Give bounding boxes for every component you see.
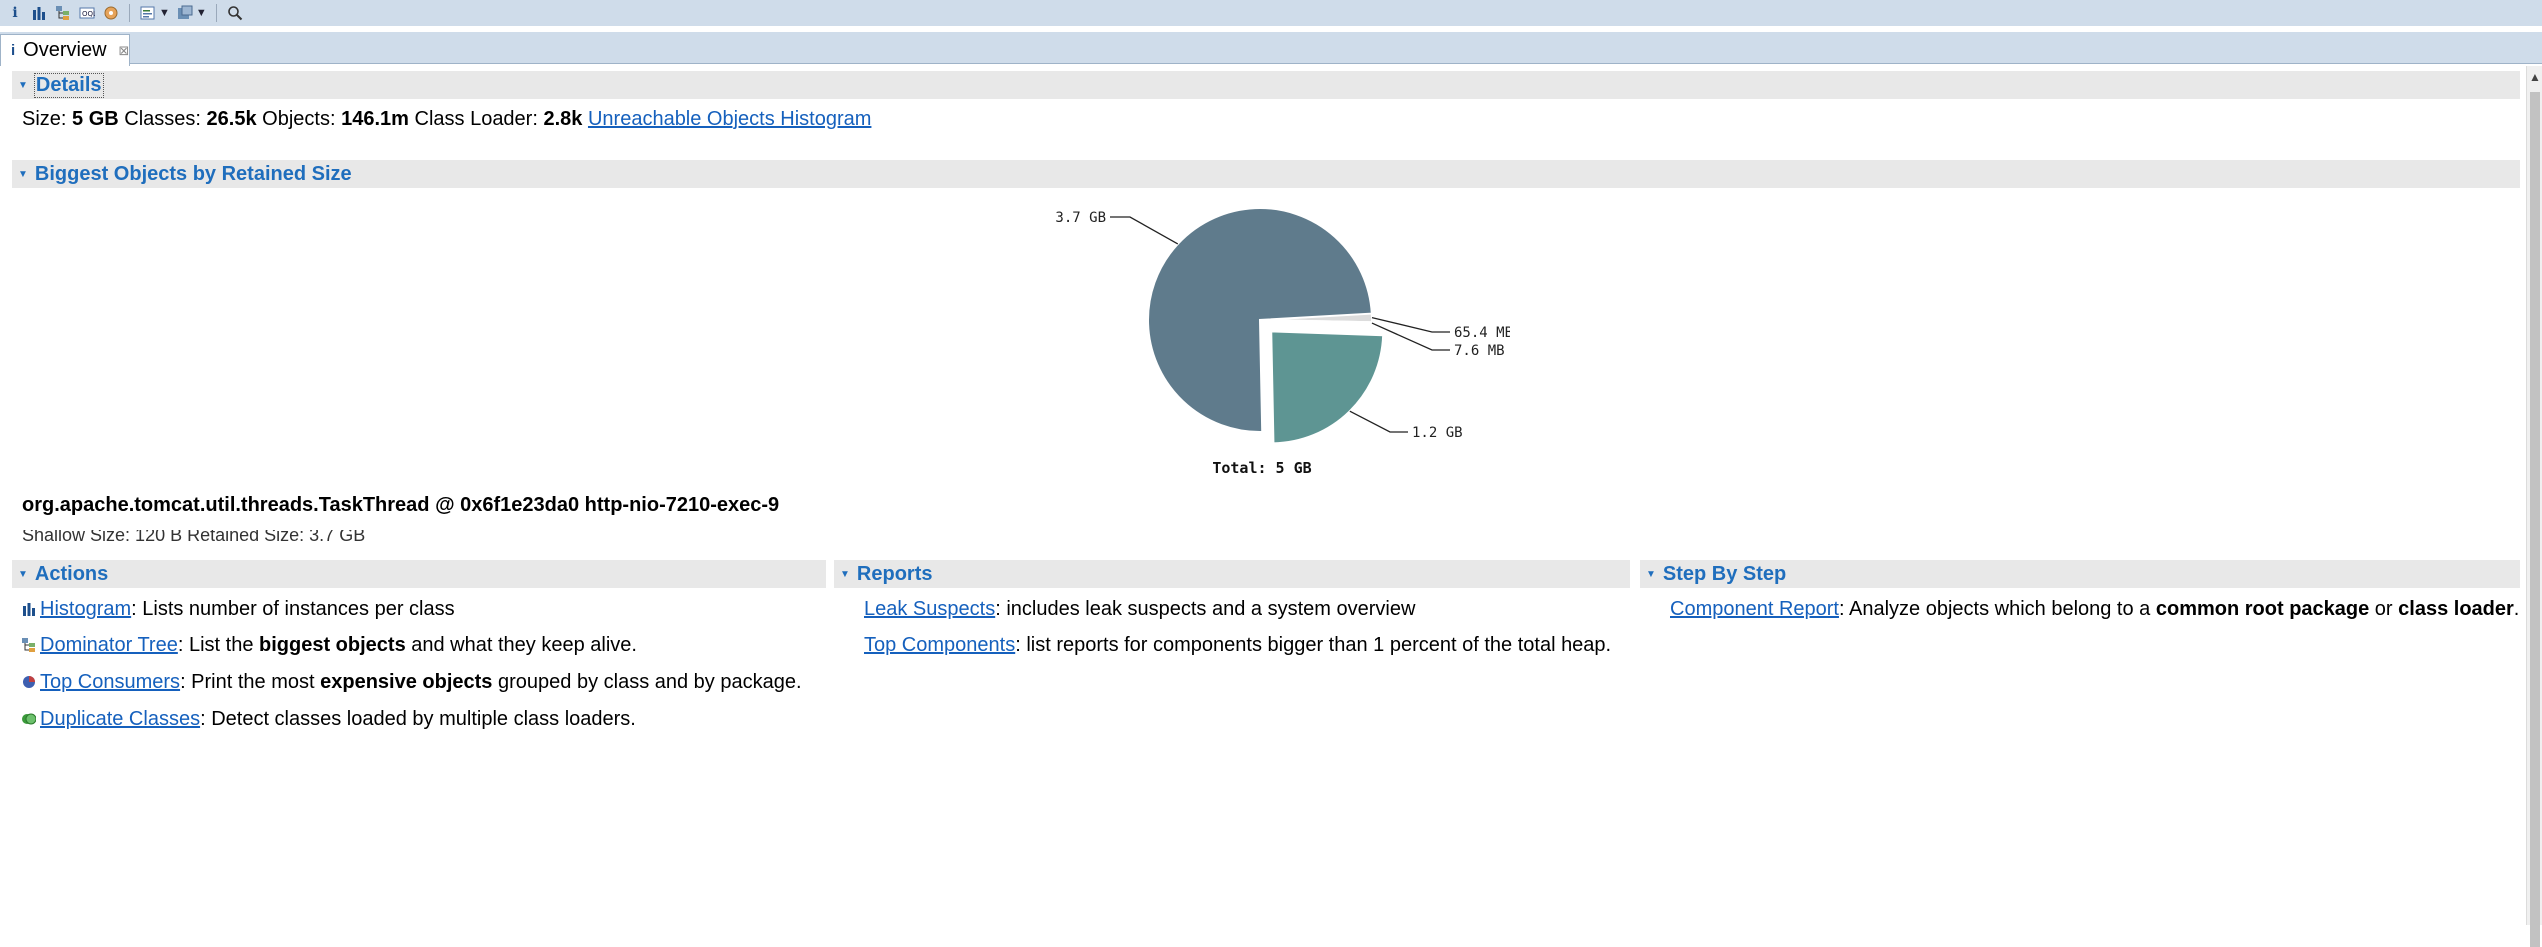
run-report-dropdown-icon[interactable]: ▼ bbox=[196, 7, 207, 19]
report-top-components: Top Components: list reports for compone… bbox=[864, 634, 1612, 656]
action-dominator-tree: Dominator Tree: List the biggest objects… bbox=[22, 634, 637, 657]
pie-slice[interactable] bbox=[1270, 330, 1385, 445]
chevron-down-icon: ▼ bbox=[18, 168, 28, 180]
action-duplicate-classes: Duplicate Classes: Detect classes loaded… bbox=[22, 708, 636, 731]
report-leak-suspects: Leak Suspects: includes leak suspects an… bbox=[864, 598, 1416, 620]
tab-overview[interactable]: i Overview ⊠ bbox=[0, 34, 130, 66]
reports-section-header[interactable]: ▼ Reports bbox=[834, 560, 1630, 588]
main-toolbar: i OQL ▼ ▼ bbox=[0, 0, 2542, 26]
step-component-report: Component Report: Analyze objects which … bbox=[1670, 598, 2520, 620]
pie-chart-icon bbox=[22, 672, 36, 688]
scroll-up-icon[interactable]: ▲ bbox=[2529, 70, 2541, 84]
histogram-icon bbox=[22, 599, 36, 616]
chevron-down-icon: ▼ bbox=[18, 79, 28, 91]
toolbar-separator bbox=[215, 4, 217, 22]
dominator-tree-link[interactable]: Dominator Tree bbox=[40, 634, 178, 656]
scrollbar-thumb[interactable] bbox=[2530, 92, 2540, 947]
tab-overview-label: Overview bbox=[23, 39, 107, 61]
classes-count-value: 26.5k bbox=[206, 108, 257, 130]
actions-section-header[interactable]: ▼ Actions bbox=[12, 560, 826, 588]
info-icon[interactable]: i bbox=[6, 4, 24, 22]
oql-icon[interactable]: OQL bbox=[78, 4, 96, 22]
histogram-link[interactable]: Histogram bbox=[40, 598, 131, 620]
details-section-header[interactable]: ▼ Details bbox=[12, 71, 2520, 99]
histogram-icon[interactable] bbox=[30, 4, 48, 22]
chevron-down-icon: ▼ bbox=[18, 568, 28, 580]
dominator-tree-icon bbox=[22, 635, 36, 652]
top-components-link[interactable]: Top Components bbox=[864, 634, 1015, 656]
component-report-link[interactable]: Component Report bbox=[1670, 598, 1839, 620]
duplicate-classes-link[interactable]: Duplicate Classes bbox=[40, 708, 200, 730]
editor-tab-bar: i Overview ⊠ bbox=[0, 32, 2542, 66]
objects-count-value: 146.1m bbox=[341, 108, 409, 130]
action-histogram: Histogram: Lists number of instances per… bbox=[22, 598, 455, 621]
svg-text:OQL: OQL bbox=[82, 10, 95, 18]
details-section-title: Details bbox=[33, 72, 104, 98]
pie-leader-line bbox=[1349, 410, 1408, 433]
biggest-objects-section-title: Biggest Objects by Retained Size bbox=[34, 162, 352, 185]
chevron-down-icon: ▼ bbox=[1646, 568, 1656, 580]
retained-size-pie-chart[interactable]: 65.4 MB 7.6 MB 1.2 GB 3.7 GB Total: 5 GB bbox=[1010, 195, 1510, 485]
toolbar-separator bbox=[129, 4, 130, 22]
step-by-step-section-title: Step By Step bbox=[1662, 562, 1787, 585]
biggest-objects-section-header[interactable]: ▼ Biggest Objects by Retained Size bbox=[12, 160, 2520, 188]
step-by-step-section-header[interactable]: ▼ Step By Step bbox=[1640, 560, 2520, 588]
search-icon[interactable] bbox=[226, 4, 244, 22]
details-summary: Size: 5 GB Classes: 26.5k Objects: 146.1… bbox=[22, 108, 872, 130]
reports-section-title: Reports bbox=[856, 562, 933, 585]
duplicate-classes-icon bbox=[22, 709, 37, 725]
class-loader-count-value: 2.8k bbox=[543, 108, 583, 130]
query-browser-dropdown-icon[interactable]: ▼ bbox=[159, 7, 170, 19]
pie-slice-label: 1.2 GB bbox=[1412, 425, 1463, 441]
pie-slice-label: 65.4 MB bbox=[1454, 325, 1510, 341]
top-consumers-link[interactable]: Top Consumers bbox=[40, 671, 180, 693]
action-top-consumers: Top Consumers: Print the most expensive … bbox=[22, 671, 802, 694]
info-icon: i bbox=[11, 42, 16, 59]
pie-slice-label: 7.6 MB bbox=[1454, 343, 1505, 359]
actions-section-title: Actions bbox=[34, 562, 109, 585]
unreachable-objects-histogram-link[interactable]: Unreachable Objects Histogram bbox=[588, 108, 871, 130]
pie-leader-line bbox=[1110, 216, 1179, 245]
pie-total-label: Total: 5 GB bbox=[1212, 459, 1311, 477]
heap-size-value: 5 GB bbox=[72, 108, 119, 130]
run-report-icon[interactable] bbox=[176, 4, 194, 22]
pie-leader-line bbox=[1371, 316, 1450, 333]
selected-object-details: Shallow Size: 120 B Retained Size: 3.7 G… bbox=[22, 530, 366, 542]
pie-slice-label: 3.7 GB bbox=[1055, 210, 1106, 226]
dominator-tree-icon[interactable] bbox=[54, 4, 72, 22]
chevron-down-icon: ▼ bbox=[840, 568, 850, 580]
leak-suspects-link[interactable]: Leak Suspects bbox=[864, 598, 995, 620]
selected-object-label: org.apache.tomcat.util.threads.TaskThrea… bbox=[22, 494, 780, 516]
thread-overview-icon[interactable] bbox=[102, 4, 120, 22]
close-icon[interactable]: ⊠ bbox=[119, 43, 130, 59]
vertical-scrollbar[interactable]: ▲ bbox=[2526, 66, 2542, 947]
query-browser-icon[interactable] bbox=[139, 4, 157, 22]
